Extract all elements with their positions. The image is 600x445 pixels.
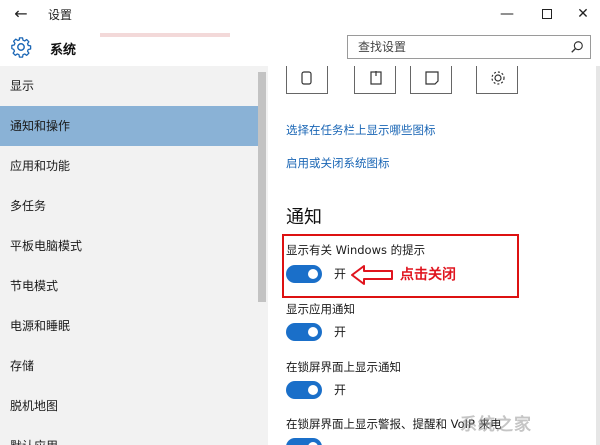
app-notifications-state: 开 <box>334 325 347 339</box>
page-title: 系统 <box>50 43 77 58</box>
quick-action-settings[interactable] <box>476 66 518 94</box>
sidebar-item-display[interactable]: 显示 <box>0 66 258 106</box>
lockscreen-notifications-toggle[interactable] <box>286 381 322 399</box>
app-notifications-label: 显示应用通知 <box>286 302 355 316</box>
quick-action-tablet-mode[interactable] <box>286 66 328 94</box>
sidebar-item-storage[interactable]: 存储 <box>0 346 258 386</box>
search-input[interactable] <box>348 36 558 58</box>
minimize-button[interactable]: — <box>495 4 519 24</box>
sidebar-item-battery-saver[interactable]: 节电模式 <box>0 266 258 306</box>
sidebar-item-default-apps[interactable]: 默认应用 <box>0 426 258 445</box>
search-icon[interactable] <box>570 40 584 54</box>
sidebar-item-multitasking[interactable]: 多任务 <box>0 186 258 226</box>
settings-icon <box>491 71 505 85</box>
gear-icon <box>11 37 32 58</box>
blur-strip <box>100 33 230 37</box>
notifications-heading: 通知 <box>286 207 322 228</box>
left-arrow-icon <box>351 265 393 285</box>
sidebar: 显示 通知和操作 应用和功能 多任务 平板电脑模式 节电模式 电源和睡眠 存储 … <box>0 66 268 445</box>
sidebar-scrollbar[interactable] <box>258 72 266 302</box>
toggle-knob <box>308 385 318 395</box>
lockscreen-notifications-state: 开 <box>334 383 347 397</box>
quick-action-note[interactable] <box>354 66 396 94</box>
note-icon <box>370 71 382 85</box>
watermark: 系统之家 <box>460 415 532 435</box>
quick-action-connect[interactable] <box>410 66 452 94</box>
sidebar-item-apps[interactable]: 应用和功能 <box>0 146 258 186</box>
app-notifications-toggle[interactable] <box>286 323 322 341</box>
main-scrollbar[interactable] <box>596 66 600 445</box>
connect-icon <box>425 71 439 85</box>
sidebar-item-offline-maps[interactable]: 脱机地图 <box>0 386 258 426</box>
search-box[interactable] <box>347 35 591 59</box>
maximize-button[interactable] <box>535 4 559 24</box>
toggle-knob <box>308 327 318 337</box>
title-bar: ← 设置 — ✕ <box>0 0 600 28</box>
annotation-text: 点击关闭 <box>400 267 456 283</box>
lockscreen-notifications-label: 在锁屏界面上显示通知 <box>286 360 401 374</box>
sidebar-item-notifications[interactable]: 通知和操作 <box>0 106 258 146</box>
close-button[interactable]: ✕ <box>571 4 595 24</box>
back-button[interactable]: ← <box>10 4 32 24</box>
tablet-mode-icon <box>301 71 312 85</box>
sidebar-item-tablet-mode[interactable]: 平板电脑模式 <box>0 226 258 266</box>
taskbar-icons-link[interactable]: 选择在任务栏上显示哪些图标 <box>286 122 436 138</box>
system-icons-link[interactable]: 启用或关闭系统图标 <box>286 155 390 171</box>
maximize-icon <box>542 9 552 19</box>
lockscreen-alarms-toggle[interactable] <box>286 438 322 445</box>
sidebar-item-power-sleep[interactable]: 电源和睡眠 <box>0 306 258 346</box>
window-title: 设置 <box>48 8 73 22</box>
